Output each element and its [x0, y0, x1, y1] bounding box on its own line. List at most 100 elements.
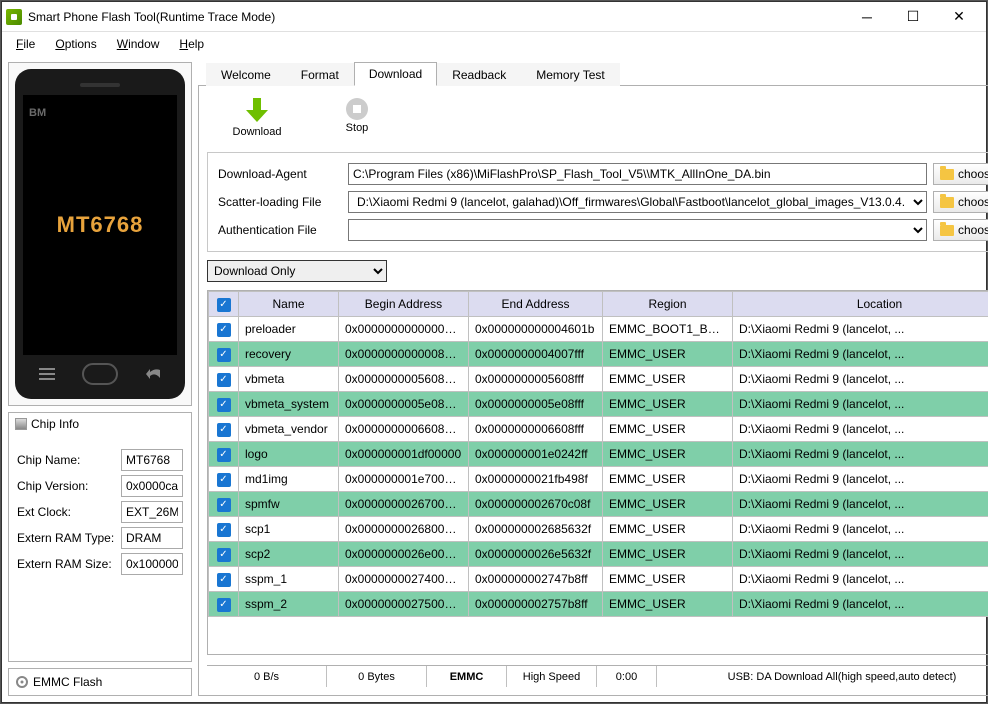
row-checkbox[interactable]	[217, 523, 231, 537]
cell-location: D:\Xiaomi Redmi 9 (lancelot, ...	[733, 342, 988, 367]
cell-name: md1img	[239, 467, 339, 492]
cell-begin: 0x0000000027500000	[339, 592, 469, 617]
header-end[interactable]: End Address	[469, 292, 603, 317]
choose-scatter-button[interactable]: choose	[933, 191, 988, 213]
choose-auth-button[interactable]: choose	[933, 219, 988, 241]
row-checkbox[interactable]	[217, 473, 231, 487]
table-row[interactable]: vbmeta 0x0000000005608000 0x000000000560…	[209, 367, 988, 392]
cell-end: 0x0000000005e08fff	[469, 392, 603, 417]
cell-end: 0x0000000026e5632f	[469, 542, 603, 567]
row-checkbox[interactable]	[217, 323, 231, 337]
status-speed: 0 B/s	[207, 666, 327, 687]
menu-window[interactable]: Window	[109, 34, 170, 54]
cell-location: D:\Xiaomi Redmi 9 (lancelot, ...	[733, 517, 988, 542]
phone-speaker	[80, 83, 120, 87]
maximize-button[interactable]: ☐	[890, 3, 936, 31]
cell-region: EMMC_USER	[603, 492, 733, 517]
tab-readback[interactable]: Readback	[437, 63, 521, 86]
table-row[interactable]: vbmeta_system 0x0000000005e08000 0x00000…	[209, 392, 988, 417]
ext-clock-field[interactable]	[121, 501, 183, 523]
table-row[interactable]: spmfw 0x0000000026700000 0x000000002670c…	[209, 492, 988, 517]
cell-name: spmfw	[239, 492, 339, 517]
cell-end: 0x000000002685632f	[469, 517, 603, 542]
tab-welcome[interactable]: Welcome	[206, 63, 286, 86]
table-row[interactable]: sspm_2 0x0000000027500000 0x000000002757…	[209, 592, 988, 617]
cell-region: EMMC_USER	[603, 392, 733, 417]
cell-end: 0x0000000004007fff	[469, 342, 603, 367]
cell-end: 0x0000000021fb498f	[469, 467, 603, 492]
cell-begin: 0x0000000027400000	[339, 567, 469, 592]
download-mode-select[interactable]: Download Only	[207, 260, 387, 282]
tab-bar: Welcome Format Download Readback Memory …	[198, 62, 988, 86]
cell-begin: 0x0000000000008000	[339, 342, 469, 367]
folder-icon	[940, 169, 954, 180]
cell-region: EMMC_USER	[603, 442, 733, 467]
chip-icon	[15, 418, 27, 430]
table-row[interactable]: recovery 0x0000000000008000 0x0000000004…	[209, 342, 988, 367]
download-button[interactable]: Download	[227, 98, 287, 138]
row-checkbox[interactable]	[217, 573, 231, 587]
table-row[interactable]: sspm_1 0x0000000027400000 0x000000002747…	[209, 567, 988, 592]
row-checkbox[interactable]	[217, 373, 231, 387]
ram-size-label: Extern RAM Size:	[17, 557, 117, 571]
cell-region: EMMC_USER	[603, 367, 733, 392]
tab-memory-test[interactable]: Memory Test	[521, 63, 619, 86]
header-begin[interactable]: Begin Address	[339, 292, 469, 317]
chip-version-field[interactable]	[121, 475, 183, 497]
cell-name: recovery	[239, 342, 339, 367]
partition-table[interactable]: Name Begin Address End Address Region Lo…	[207, 290, 988, 655]
header-region[interactable]: Region	[603, 292, 733, 317]
menubar: File Options Window Help	[2, 32, 986, 56]
row-checkbox[interactable]	[217, 348, 231, 362]
window-title: Smart Phone Flash Tool(Runtime Trace Mod…	[28, 10, 844, 24]
chip-name-field[interactable]	[121, 449, 183, 471]
cell-location: D:\Xiaomi Redmi 9 (lancelot, ...	[733, 317, 988, 342]
row-checkbox[interactable]	[217, 398, 231, 412]
tab-format[interactable]: Format	[286, 63, 354, 86]
table-row[interactable]: scp2 0x0000000026e00000 0x0000000026e563…	[209, 542, 988, 567]
menu-file[interactable]: File	[8, 34, 45, 54]
row-checkbox[interactable]	[217, 598, 231, 612]
row-checkbox[interactable]	[217, 548, 231, 562]
minimize-button[interactable]: ─	[844, 3, 890, 31]
cell-begin: 0x0000000006608000	[339, 417, 469, 442]
cell-location: D:\Xiaomi Redmi 9 (lancelot, ...	[733, 592, 988, 617]
phone-back-icon	[139, 367, 167, 381]
download-agent-field[interactable]	[348, 163, 927, 185]
chip-version-label: Chip Version:	[17, 479, 117, 493]
table-row[interactable]: preloader 0x0000000000000000 0x000000000…	[209, 317, 988, 342]
cell-end: 0x0000000006608fff	[469, 417, 603, 442]
auth-file-field[interactable]	[348, 219, 927, 241]
cell-name: logo	[239, 442, 339, 467]
menu-options[interactable]: Options	[47, 34, 106, 54]
cell-location: D:\Xiaomi Redmi 9 (lancelot, ...	[733, 442, 988, 467]
tab-download[interactable]: Download	[354, 62, 437, 86]
table-row[interactable]: scp1 0x0000000026800000 0x00000000268563…	[209, 517, 988, 542]
cell-location: D:\Xiaomi Redmi 9 (lancelot, ...	[733, 367, 988, 392]
ram-size-field[interactable]	[121, 553, 183, 575]
header-name[interactable]: Name	[239, 292, 339, 317]
cell-region: EMMC_USER	[603, 342, 733, 367]
ram-type-field[interactable]	[121, 527, 183, 549]
status-connection: USB: DA Download All(high speed,auto det…	[657, 666, 988, 687]
table-row[interactable]: logo 0x000000001df00000 0x000000001e0242…	[209, 442, 988, 467]
close-button[interactable]: ✕	[936, 3, 982, 31]
scatter-file-field[interactable]: D:\Xiaomi Redmi 9 (lancelot, galahad)\Of…	[348, 191, 927, 213]
cell-location: D:\Xiaomi Redmi 9 (lancelot, ...	[733, 492, 988, 517]
header-check[interactable]	[209, 292, 239, 317]
cell-name: vbmeta_vendor	[239, 417, 339, 442]
table-row[interactable]: md1img 0x000000001e700000 0x0000000021fb…	[209, 467, 988, 492]
checkbox-all[interactable]	[217, 298, 231, 312]
header-location[interactable]: Location	[733, 292, 988, 317]
chip-label: MT6768	[57, 212, 144, 238]
row-checkbox[interactable]	[217, 448, 231, 462]
row-checkbox[interactable]	[217, 498, 231, 512]
status-time: 0:00	[597, 666, 657, 687]
choose-da-button[interactable]: choose	[933, 163, 988, 185]
table-row[interactable]: vbmeta_vendor 0x0000000006608000 0x00000…	[209, 417, 988, 442]
row-checkbox[interactable]	[217, 423, 231, 437]
menu-help[interactable]: Help	[171, 34, 214, 54]
cell-region: EMMC_USER	[603, 567, 733, 592]
cell-name: scp2	[239, 542, 339, 567]
stop-button[interactable]: Stop	[327, 98, 387, 138]
